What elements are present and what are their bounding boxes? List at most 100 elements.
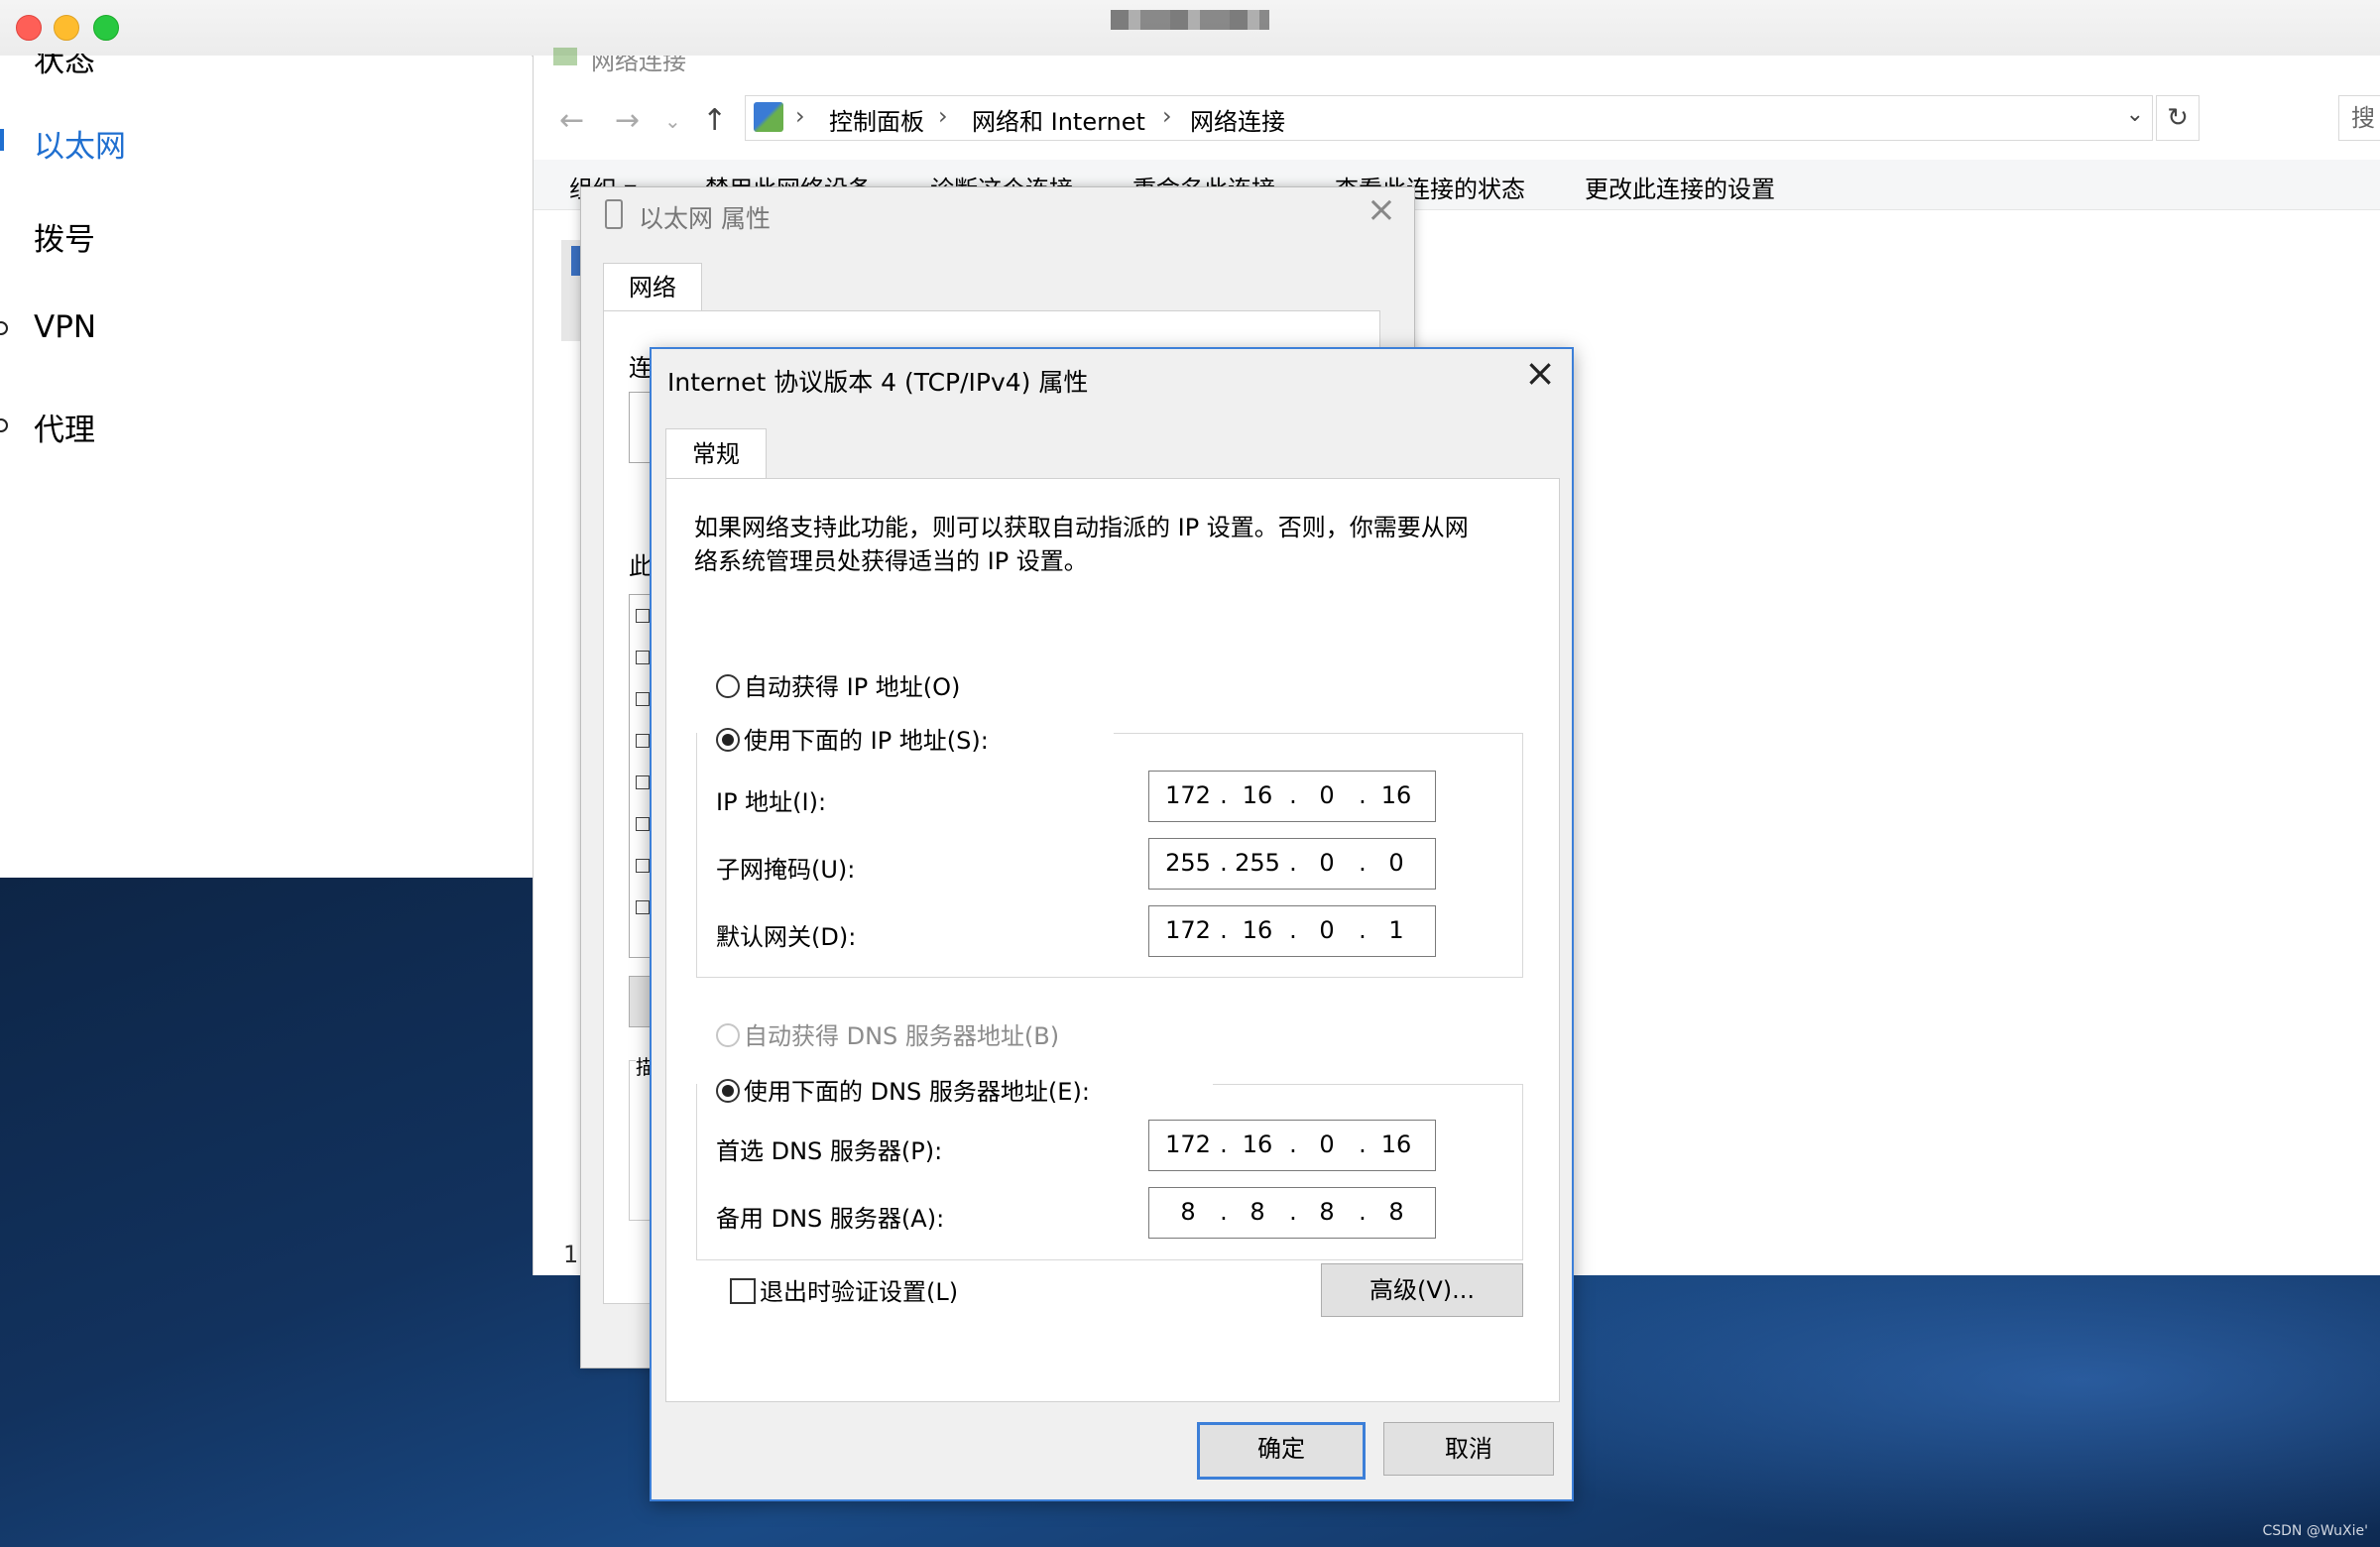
octet-separator: . xyxy=(1289,916,1297,944)
settings-item-vpn[interactable]: VPN xyxy=(34,309,96,345)
dns2-octet-4[interactable]: 8 xyxy=(1371,1198,1421,1226)
close-window-button[interactable] xyxy=(16,15,42,41)
ipv4-dialog-body: 如果网络支持此功能，则可以获取自动指派的 IP 设置。否则，你需要从网络系统管理… xyxy=(665,478,1560,1402)
dns2-octet-2[interactable]: 8 xyxy=(1233,1198,1282,1226)
ethernet-icon xyxy=(605,199,623,229)
dns1-octet-3[interactable]: 0 xyxy=(1302,1130,1352,1158)
breadcrumb-control-panel[interactable]: 控制面板 xyxy=(829,102,924,137)
gateway-octet-1[interactable]: 172 xyxy=(1163,916,1213,944)
dns1-octet-1[interactable]: 172 xyxy=(1163,1130,1213,1158)
minimize-window-button[interactable] xyxy=(54,15,79,41)
checkbox[interactable] xyxy=(636,775,650,789)
dns1-octet-2[interactable]: 16 xyxy=(1233,1130,1282,1158)
ip-octet-2[interactable]: 16 xyxy=(1233,781,1282,809)
search-input[interactable]: 搜 xyxy=(2338,95,2380,141)
cancel-button[interactable]: 取消 xyxy=(1383,1422,1554,1476)
ip-octet-1[interactable]: 172 xyxy=(1163,781,1213,809)
ip-manual-label: 使用下面的 IP 地址(S): xyxy=(744,727,989,755)
breadcrumb-network-internet[interactable]: 网络和 Internet xyxy=(972,102,1145,137)
back-arrow-icon[interactable]: ← xyxy=(559,103,584,138)
octet-separator: . xyxy=(1359,781,1367,809)
checkbox[interactable] xyxy=(636,609,650,623)
octet-separator: . xyxy=(1289,781,1297,809)
ip-auto-option[interactable]: 自动获得 IP 地址(O) xyxy=(716,667,960,702)
recent-dropdown-icon[interactable]: ⌄ xyxy=(664,109,681,133)
default-gateway-input[interactable]: 172 . 16 . 0 . 1 xyxy=(1148,905,1436,957)
chevron-right-icon: › xyxy=(938,102,948,130)
tab-general[interactable]: 常规 xyxy=(665,428,767,479)
ip-manual-radio[interactable] xyxy=(716,728,740,752)
ip-auto-label: 自动获得 IP 地址(O) xyxy=(744,673,961,701)
dns1-octet-4[interactable]: 16 xyxy=(1371,1130,1421,1158)
dns-auto-option[interactable]: 自动获得 DNS 服务器地址(B) xyxy=(716,1016,1059,1051)
maximize-window-button[interactable] xyxy=(93,15,119,41)
active-indicator xyxy=(0,129,4,151)
intro-text: 如果网络支持此功能，则可以获取自动指派的 IP 设置。否则，你需要从网络系统管理… xyxy=(694,514,1469,575)
ipv4-dialog-title: Internet 协议版本 4 (TCP/IPv4) 属性 xyxy=(667,368,1089,397)
ipv4-properties-dialog: Internet 协议版本 4 (TCP/IPv4) 属性 × 常规 如果网络支… xyxy=(650,347,1574,1501)
ip-address-label: IP 地址(I): xyxy=(716,788,827,816)
forward-arrow-icon[interactable]: → xyxy=(615,103,640,138)
octet-separator: . xyxy=(1289,1130,1297,1158)
checkbox[interactable] xyxy=(636,692,650,706)
mask-octet-2[interactable]: 255 xyxy=(1233,849,1282,877)
dns-manual-radio[interactable] xyxy=(716,1079,740,1103)
octet-separator: . xyxy=(1359,1130,1367,1158)
validate-on-exit-checkbox[interactable] xyxy=(730,1278,756,1304)
advanced-button[interactable]: 高级(V)... xyxy=(1321,1263,1523,1317)
ok-button[interactable]: 确定 xyxy=(1197,1422,1366,1480)
dns-manual-label: 使用下面的 DNS 服务器地址(E): xyxy=(744,1078,1090,1106)
dns-manual-option[interactable]: 使用下面的 DNS 服务器地址(E): xyxy=(716,1072,1090,1107)
blurred-window-title xyxy=(1111,10,1269,30)
dns2-octet-1[interactable]: 8 xyxy=(1163,1198,1213,1226)
mask-octet-4[interactable]: 0 xyxy=(1371,849,1421,877)
ip-octet-4[interactable]: 16 xyxy=(1371,781,1421,809)
checkbox[interactable] xyxy=(636,900,650,914)
validate-on-exit-option[interactable]: 退出时验证设置(L) xyxy=(730,1272,958,1307)
checkbox[interactable] xyxy=(636,734,650,748)
close-icon[interactable]: × xyxy=(1367,189,1396,230)
breadcrumb-network-connections[interactable]: 网络连接 xyxy=(1190,102,1285,137)
change-settings-command[interactable]: 更改此连接的设置 xyxy=(1585,170,1775,204)
address-bar[interactable]: › 控制面板 › 网络和 Internet › 网络连接 ⌄ xyxy=(745,95,2153,141)
subnet-mask-input[interactable]: 255 . 255 . 0 . 0 xyxy=(1148,838,1436,890)
subnet-mask-label: 子网掩码(U): xyxy=(716,856,856,884)
ip-manual-option[interactable]: 使用下面的 IP 地址(S): xyxy=(716,721,989,756)
preferred-dns-input[interactable]: 172 . 16 . 0 . 16 xyxy=(1148,1120,1436,1171)
tab-network[interactable]: 网络 xyxy=(603,263,702,311)
ip-octet-3[interactable]: 0 xyxy=(1302,781,1352,809)
dns-auto-radio[interactable] xyxy=(716,1023,740,1047)
close-icon[interactable]: × xyxy=(1524,351,1556,395)
mask-octet-3[interactable]: 0 xyxy=(1302,849,1352,877)
settings-panel: 状态 以太网 拨号 VPN 代理 xyxy=(0,54,532,878)
dns-auto-label: 自动获得 DNS 服务器地址(B) xyxy=(744,1022,1060,1050)
gateway-octet-3[interactable]: 0 xyxy=(1302,916,1352,944)
octet-separator: . xyxy=(1220,849,1228,877)
checkbox[interactable] xyxy=(636,651,650,664)
refresh-button[interactable]: ↻ xyxy=(2156,95,2200,141)
control-panel-icon xyxy=(754,102,783,132)
adapter-icon-strip xyxy=(561,240,581,341)
chevron-right-icon: › xyxy=(795,102,805,130)
chevron-down-icon[interactable]: ⌄ xyxy=(2126,102,2144,127)
settings-item-dialup[interactable]: 拨号 xyxy=(34,214,95,259)
mac-titlebar xyxy=(0,0,2380,57)
ip-address-input[interactable]: 172 . 16 . 0 . 16 xyxy=(1148,771,1436,822)
alternate-dns-input[interactable]: 8 . 8 . 8 . 8 xyxy=(1148,1187,1436,1239)
checkbox[interactable] xyxy=(636,859,650,873)
up-arrow-icon[interactable]: ↑ xyxy=(702,103,727,138)
ethernet-dialog-title: 以太网 属性 xyxy=(639,204,771,233)
dns2-octet-3[interactable]: 8 xyxy=(1302,1198,1352,1226)
octet-separator: . xyxy=(1220,916,1228,944)
gateway-octet-2[interactable]: 16 xyxy=(1233,916,1282,944)
settings-item-proxy[interactable]: 代理 xyxy=(34,405,95,449)
mask-octet-1[interactable]: 255 xyxy=(1163,849,1213,877)
gateway-octet-4[interactable]: 1 xyxy=(1371,916,1421,944)
settings-item-ethernet[interactable]: 以太网 xyxy=(34,121,126,166)
alternate-dns-label: 备用 DNS 服务器(A): xyxy=(716,1205,945,1233)
octet-separator: . xyxy=(1359,849,1367,877)
ip-auto-radio[interactable] xyxy=(716,674,740,698)
network-folder-icon xyxy=(553,48,577,65)
octet-separator: . xyxy=(1220,1130,1228,1158)
checkbox[interactable] xyxy=(636,817,650,831)
